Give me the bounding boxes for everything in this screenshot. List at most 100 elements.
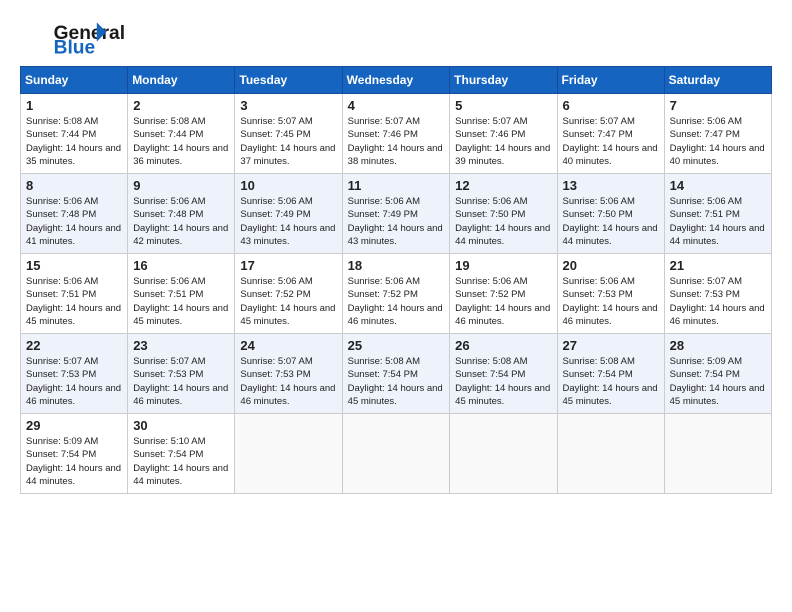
day-number: 3 bbox=[240, 98, 336, 113]
calendar-row-5: 29 Sunrise: 5:09 AMSunset: 7:54 PMDayligh… bbox=[21, 414, 772, 494]
day-info: Sunrise: 5:06 AMSunset: 7:50 PMDaylight:… bbox=[563, 195, 659, 248]
day-info: Sunrise: 5:06 AMSunset: 7:51 PMDaylight:… bbox=[670, 195, 766, 248]
header-thursday: Thursday bbox=[450, 67, 557, 94]
day-info: Sunrise: 5:06 AMSunset: 7:48 PMDaylight:… bbox=[26, 195, 122, 248]
empty-cell bbox=[450, 414, 557, 494]
day-number: 14 bbox=[670, 178, 766, 193]
day-number: 16 bbox=[133, 258, 229, 273]
day-number: 7 bbox=[670, 98, 766, 113]
day-number: 22 bbox=[26, 338, 122, 353]
day-number: 24 bbox=[240, 338, 336, 353]
day-number: 1 bbox=[26, 98, 122, 113]
day-info: Sunrise: 5:07 AMSunset: 7:47 PMDaylight:… bbox=[563, 115, 659, 168]
day-number: 18 bbox=[348, 258, 445, 273]
calendar-table: SundayMondayTuesdayWednesdayThursdayFrid… bbox=[20, 66, 772, 494]
header-friday: Friday bbox=[557, 67, 664, 94]
empty-cell bbox=[557, 414, 664, 494]
day-info: Sunrise: 5:08 AMSunset: 7:44 PMDaylight:… bbox=[133, 115, 229, 168]
day-cell-24: 24 Sunrise: 5:07 AMSunset: 7:53 PMDayligh… bbox=[235, 334, 342, 414]
day-info: Sunrise: 5:07 AMSunset: 7:53 PMDaylight:… bbox=[670, 275, 766, 328]
logo-icon: General Blue bbox=[20, 20, 140, 56]
day-number: 13 bbox=[563, 178, 659, 193]
day-info: Sunrise: 5:07 AMSunset: 7:53 PMDaylight:… bbox=[133, 355, 229, 408]
day-info: Sunrise: 5:06 AMSunset: 7:47 PMDaylight:… bbox=[670, 115, 766, 168]
day-info: Sunrise: 5:06 AMSunset: 7:49 PMDaylight:… bbox=[240, 195, 336, 248]
day-cell-8: 8 Sunrise: 5:06 AMSunset: 7:48 PMDaylight… bbox=[21, 174, 128, 254]
day-cell-5: 5 Sunrise: 5:07 AMSunset: 7:46 PMDaylight… bbox=[450, 94, 557, 174]
day-number: 27 bbox=[563, 338, 659, 353]
day-number: 8 bbox=[26, 178, 122, 193]
empty-cell bbox=[235, 414, 342, 494]
day-info: Sunrise: 5:06 AMSunset: 7:51 PMDaylight:… bbox=[26, 275, 122, 328]
day-number: 2 bbox=[133, 98, 229, 113]
day-cell-23: 23 Sunrise: 5:07 AMSunset: 7:53 PMDayligh… bbox=[128, 334, 235, 414]
empty-cell bbox=[664, 414, 771, 494]
day-number: 11 bbox=[348, 178, 445, 193]
day-number: 5 bbox=[455, 98, 551, 113]
day-number: 15 bbox=[26, 258, 122, 273]
day-cell-15: 15 Sunrise: 5:06 AMSunset: 7:51 PMDayligh… bbox=[21, 254, 128, 334]
day-number: 19 bbox=[455, 258, 551, 273]
day-number: 20 bbox=[563, 258, 659, 273]
day-number: 9 bbox=[133, 178, 229, 193]
day-info: Sunrise: 5:06 AMSunset: 7:50 PMDaylight:… bbox=[455, 195, 551, 248]
day-cell-26: 26Sunrise: 5:08 AMSunset: 7:54 PMDayligh… bbox=[450, 334, 557, 414]
day-cell-11: 11 Sunrise: 5:06 AMSunset: 7:49 PMDayligh… bbox=[342, 174, 450, 254]
page-header: General Blue bbox=[20, 20, 772, 60]
header-sunday: Sunday bbox=[21, 67, 128, 94]
day-cell-18: 18 Sunrise: 5:06 AMSunset: 7:52 PMDayligh… bbox=[342, 254, 450, 334]
day-cell-3: 3 Sunrise: 5:07 AMSunset: 7:45 PMDaylight… bbox=[235, 94, 342, 174]
day-info: Sunrise: 5:07 AMSunset: 7:45 PMDaylight:… bbox=[240, 115, 336, 168]
day-info: Sunrise: 5:06 AMSunset: 7:51 PMDaylight:… bbox=[133, 275, 229, 328]
day-info: Sunrise: 5:06 AMSunset: 7:52 PMDaylight:… bbox=[455, 275, 551, 328]
empty-cell bbox=[342, 414, 450, 494]
day-cell-1: 1 Sunrise: 5:08 AMSunset: 7:44 PMDaylight… bbox=[21, 94, 128, 174]
day-cell-27: 27 Sunrise: 5:08 AMSunset: 7:54 PMDayligh… bbox=[557, 334, 664, 414]
calendar-row-3: 15 Sunrise: 5:06 AMSunset: 7:51 PMDayligh… bbox=[21, 254, 772, 334]
day-cell-20: 20Sunrise: 5:06 AMSunset: 7:53 PMDayligh… bbox=[557, 254, 664, 334]
day-cell-25: 25 Sunrise: 5:08 AMSunset: 7:54 PMDayligh… bbox=[342, 334, 450, 414]
day-info: Sunrise: 5:08 AMSunset: 7:54 PMDaylight:… bbox=[563, 355, 659, 408]
day-cell-7: 7 Sunrise: 5:06 AMSunset: 7:47 PMDaylight… bbox=[664, 94, 771, 174]
day-info: Sunrise: 5:06 AMSunset: 7:49 PMDaylight:… bbox=[348, 195, 445, 248]
day-info: Sunrise: 5:08 AMSunset: 7:44 PMDaylight:… bbox=[26, 115, 122, 168]
logo: General Blue bbox=[20, 20, 140, 56]
day-number: 30 bbox=[133, 418, 229, 433]
day-cell-4: 4Sunrise: 5:07 AMSunset: 7:46 PMDaylight… bbox=[342, 94, 450, 174]
day-number: 12 bbox=[455, 178, 551, 193]
day-number: 6 bbox=[563, 98, 659, 113]
day-number: 23 bbox=[133, 338, 229, 353]
calendar-row-2: 8 Sunrise: 5:06 AMSunset: 7:48 PMDaylight… bbox=[21, 174, 772, 254]
day-number: 25 bbox=[348, 338, 445, 353]
calendar-header-row: SundayMondayTuesdayWednesdayThursdayFrid… bbox=[21, 67, 772, 94]
header-saturday: Saturday bbox=[664, 67, 771, 94]
day-info: Sunrise: 5:09 AMSunset: 7:54 PMDaylight:… bbox=[26, 435, 122, 488]
day-info: Sunrise: 5:06 AMSunset: 7:52 PMDaylight:… bbox=[348, 275, 445, 328]
day-number: 21 bbox=[670, 258, 766, 273]
header-tuesday: Tuesday bbox=[235, 67, 342, 94]
day-info: Sunrise: 5:08 AMSunset: 7:54 PMDaylight:… bbox=[348, 355, 445, 408]
day-cell-2: 2 Sunrise: 5:08 AMSunset: 7:44 PMDaylight… bbox=[128, 94, 235, 174]
day-info: Sunrise: 5:07 AMSunset: 7:53 PMDaylight:… bbox=[26, 355, 122, 408]
day-cell-29: 29 Sunrise: 5:09 AMSunset: 7:54 PMDayligh… bbox=[21, 414, 128, 494]
header-monday: Monday bbox=[128, 67, 235, 94]
day-cell-16: 16 Sunrise: 5:06 AMSunset: 7:51 PMDayligh… bbox=[128, 254, 235, 334]
day-cell-9: 9Sunrise: 5:06 AMSunset: 7:48 PMDaylight… bbox=[128, 174, 235, 254]
day-number: 4 bbox=[348, 98, 445, 113]
day-number: 28 bbox=[670, 338, 766, 353]
day-number: 17 bbox=[240, 258, 336, 273]
day-info: Sunrise: 5:07 AMSunset: 7:46 PMDaylight:… bbox=[455, 115, 551, 168]
day-cell-17: 17 Sunrise: 5:06 AMSunset: 7:52 PMDayligh… bbox=[235, 254, 342, 334]
day-cell-22: 22 Sunrise: 5:07 AMSunset: 7:53 PMDayligh… bbox=[21, 334, 128, 414]
day-info: Sunrise: 5:07 AMSunset: 7:53 PMDaylight:… bbox=[240, 355, 336, 408]
day-cell-10: 10 Sunrise: 5:06 AMSunset: 7:49 PMDayligh… bbox=[235, 174, 342, 254]
header-wednesday: Wednesday bbox=[342, 67, 450, 94]
day-info: Sunrise: 5:06 AMSunset: 7:52 PMDaylight:… bbox=[240, 275, 336, 328]
day-number: 10 bbox=[240, 178, 336, 193]
calendar-row-1: 1 Sunrise: 5:08 AMSunset: 7:44 PMDaylight… bbox=[21, 94, 772, 174]
day-info: Sunrise: 5:09 AMSunset: 7:54 PMDaylight:… bbox=[670, 355, 766, 408]
day-number: 29 bbox=[26, 418, 122, 433]
day-cell-13: 13 Sunrise: 5:06 AMSunset: 7:50 PMDayligh… bbox=[557, 174, 664, 254]
day-cell-12: 12 Sunrise: 5:06 AMSunset: 7:50 PMDayligh… bbox=[450, 174, 557, 254]
day-cell-19: 19 Sunrise: 5:06 AMSunset: 7:52 PMDayligh… bbox=[450, 254, 557, 334]
